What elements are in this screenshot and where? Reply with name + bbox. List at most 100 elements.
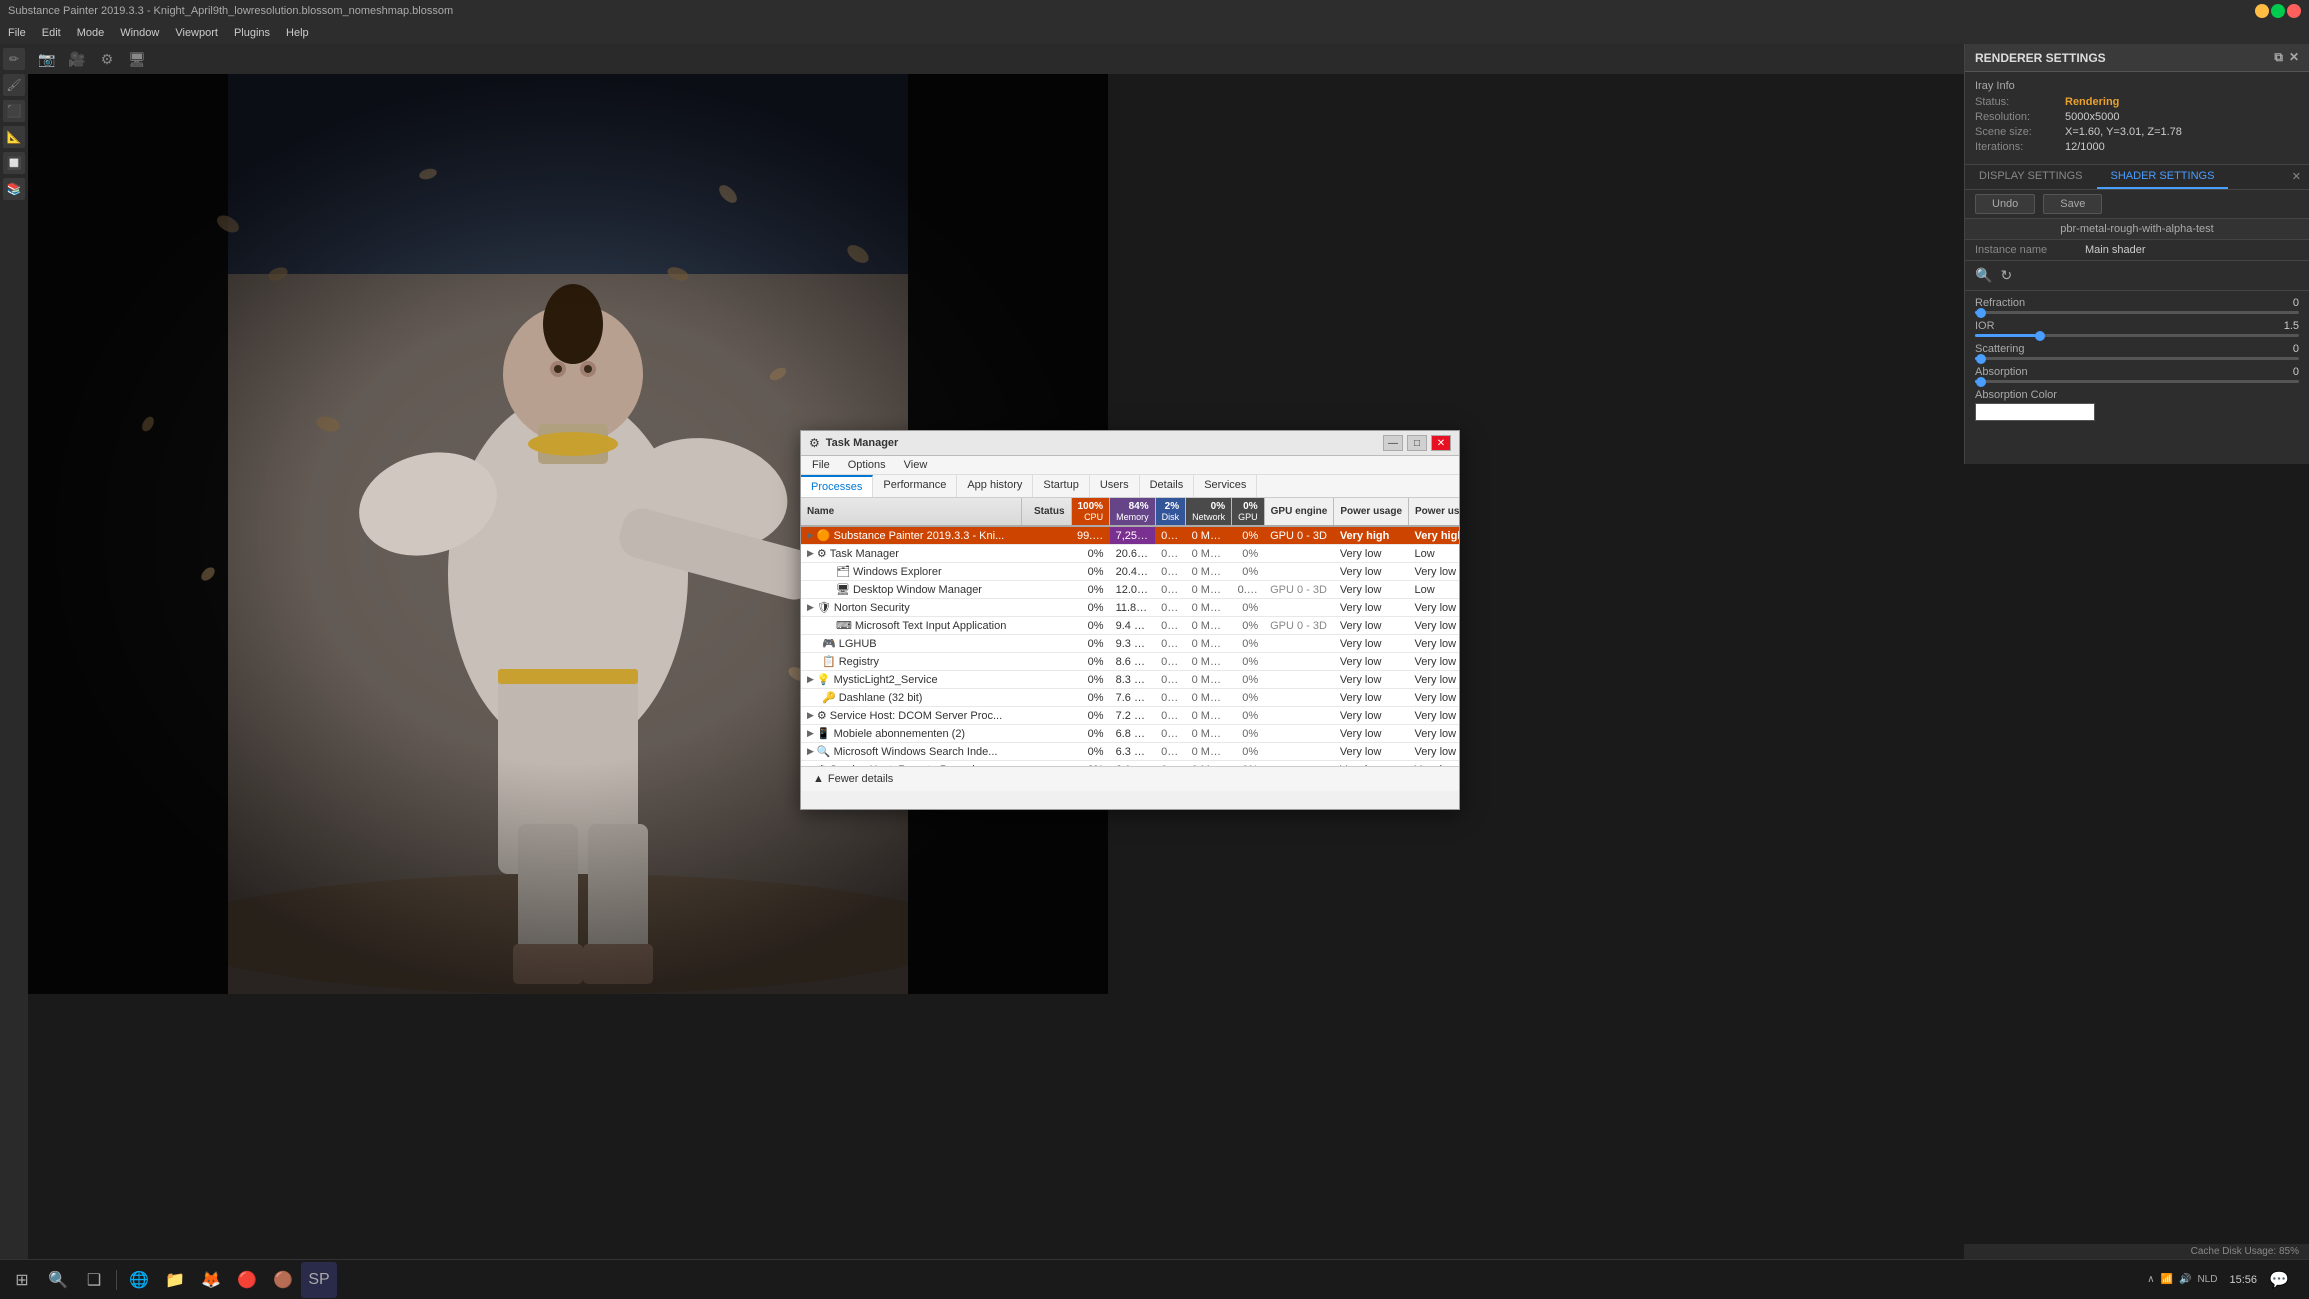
tray-lang[interactable]: NLD — [2197, 1274, 2217, 1285]
table-row[interactable]: ▶ 🛡 Norton Security 0% 11.8 MB 0.3 MB/s … — [801, 599, 1459, 617]
absorption-color-swatch[interactable] — [1975, 403, 2095, 421]
toolbar-layers[interactable]: 📚 — [3, 178, 25, 200]
toolbar-stamp[interactable]: 📐 — [3, 126, 25, 148]
fewer-details-btn[interactable]: ▲ Fewer details — [809, 771, 897, 787]
camera-icon[interactable]: 🎥 — [66, 48, 88, 70]
process-gpu: 0% — [1232, 671, 1265, 689]
tab-shader[interactable]: SHADER SETTINGS — [2097, 165, 2229, 189]
tm-tab-details[interactable]: Details — [1140, 475, 1195, 497]
taskview-btn[interactable]: ❑ — [76, 1262, 112, 1298]
toolbar-smudge[interactable]: 🖌 — [3, 74, 25, 96]
table-row[interactable]: ▶ ⚙ Service Host: Remote Procedure... 0%… — [801, 761, 1459, 767]
table-row[interactable]: 🗂 Windows Explorer 0% 20.4 MB 0 MB/s 0 M… — [801, 563, 1459, 581]
menu-file[interactable]: File — [8, 27, 26, 39]
menu-mode[interactable]: Mode — [77, 27, 105, 39]
taskbar-ie[interactable]: 🌐 — [121, 1262, 157, 1298]
start-btn[interactable]: ⊞ — [4, 1262, 40, 1298]
table-row[interactable]: ▶ 💡 MysticLight2_Service 0% 8.3 MB 0 MB/… — [801, 671, 1459, 689]
taskbar-app1[interactable]: 🔴 — [229, 1262, 265, 1298]
expand-arrow[interactable]: ▶ — [807, 764, 814, 766]
table-row[interactable]: 🔑 Dashlane (32 bit) 0% 7.6 MB 0 MB/s 0 M… — [801, 689, 1459, 707]
absorption-slider[interactable] — [1975, 380, 2299, 383]
col-disk[interactable]: 2% Disk — [1155, 498, 1186, 526]
toolbar-paint[interactable]: ✏ — [3, 48, 25, 70]
menu-help[interactable]: Help — [286, 27, 309, 39]
tm-tab-processes[interactable]: Processes — [801, 475, 873, 497]
expand-arrow[interactable]: ▶ — [807, 674, 814, 685]
display-icon[interactable]: 🖥 — [126, 48, 148, 70]
taskbar-firefox[interactable]: 🦊 — [193, 1262, 229, 1298]
col-power-trend[interactable]: Power usage trend — [1409, 498, 1459, 526]
col-gpu[interactable]: 0% GPU — [1232, 498, 1265, 526]
table-row[interactable]: 🖥 Desktop Window Manager 0% 12.0 MB 0 MB… — [801, 581, 1459, 599]
tab-display[interactable]: DISPLAY SETTINGS — [1965, 165, 2097, 189]
table-row[interactable]: 🎮 LGHUB 0% 9.3 MB 0 MB/s 0 Mbps 0% Very … — [801, 635, 1459, 653]
scattering-slider[interactable] — [1975, 357, 2299, 360]
refresh-icon[interactable]: ↻ — [2000, 267, 2012, 284]
refraction-slider[interactable] — [1975, 311, 2299, 314]
ior-slider[interactable] — [1975, 334, 2299, 337]
table-row[interactable]: ▶ 🟠 Substance Painter 2019.3.3 - Kni... … — [801, 526, 1459, 545]
panel-close-icon[interactable]: ✕ — [2289, 50, 2299, 65]
taskbar-explorer[interactable]: 📁 — [157, 1262, 193, 1298]
tm-close-btn[interactable]: ✕ — [1431, 435, 1451, 451]
minimize-btn[interactable] — [2255, 4, 2269, 18]
tm-menu-file[interactable]: File — [809, 458, 833, 472]
expand-arrow[interactable]: ▶ — [807, 548, 814, 559]
tm-tab-startup[interactable]: Startup — [1033, 475, 1089, 497]
tm-minimize-btn[interactable]: — — [1383, 435, 1403, 451]
tab-close[interactable]: ✕ — [2284, 165, 2309, 189]
expand-arrow[interactable]: ▶ — [807, 746, 814, 757]
tm-maximize-btn[interactable]: □ — [1407, 435, 1427, 451]
expand-arrow[interactable]: ▶ — [807, 530, 814, 541]
toolbar-eraser[interactable]: ⬛ — [3, 100, 25, 122]
tm-tab-apphistory[interactable]: App history — [957, 475, 1033, 497]
settings-icon[interactable]: ⚙ — [96, 48, 118, 70]
table-row[interactable]: ⌨ Microsoft Text Input Application 0% 9.… — [801, 617, 1459, 635]
taskbar-sp[interactable]: SP — [301, 1262, 337, 1298]
tm-menu-view[interactable]: View — [901, 458, 931, 472]
tm-tab-users[interactable]: Users — [1090, 475, 1140, 497]
table-row[interactable]: 📋 Registry 0% 8.6 MB 0 MB/s 0 Mbps 0% Ve… — [801, 653, 1459, 671]
table-row[interactable]: ▶ ⚙ Service Host: DCOM Server Proc... 0%… — [801, 707, 1459, 725]
menu-viewport[interactable]: Viewport — [175, 27, 218, 39]
render-icon[interactable]: 📷 — [36, 48, 58, 70]
process-gpueng: GPU 0 - 3D — [1264, 526, 1334, 545]
maximize-btn[interactable] — [2271, 4, 2285, 18]
taskbar-app2[interactable]: 🟤 — [265, 1262, 301, 1298]
menu-edit[interactable]: Edit — [42, 27, 61, 39]
undo-btn[interactable]: Undo — [1975, 194, 2035, 214]
col-cpu[interactable]: 100% CPU — [1071, 498, 1110, 526]
col-power[interactable]: Power usage — [1334, 498, 1409, 526]
col-memory[interactable]: 84% Memory — [1110, 498, 1156, 526]
fewer-details-label: Fewer details — [828, 773, 893, 785]
col-network[interactable]: 0% Network — [1186, 498, 1232, 526]
panel-restore-icon[interactable]: ⧉ — [2274, 50, 2283, 65]
menu-window[interactable]: Window — [120, 27, 159, 39]
expand-arrow[interactable]: ▶ — [807, 728, 814, 739]
instance-value: Main shader — [2085, 244, 2146, 256]
expand-arrow[interactable]: ▶ — [807, 602, 814, 613]
tray-network[interactable]: 📶 — [2161, 1274, 2173, 1285]
tray-up-arrow[interactable]: ∧ — [2147, 1274, 2154, 1285]
zoom-icon[interactable]: 🔍 — [1975, 267, 1992, 284]
col-name[interactable]: Name — [801, 498, 1021, 526]
menu-plugins[interactable]: Plugins — [234, 27, 270, 39]
tray-volume[interactable]: 🔊 — [2179, 1274, 2191, 1285]
process-disk: 0.1 MB/s — [1155, 707, 1186, 725]
close-btn[interactable] — [2287, 4, 2301, 18]
search-btn[interactable]: 🔍 — [40, 1262, 76, 1298]
notification-btn[interactable]: 💬 — [2261, 1262, 2297, 1298]
table-row[interactable]: ▶ 🔍 Microsoft Windows Search Inde... 0% … — [801, 743, 1459, 761]
table-row[interactable]: ▶ ⚙ Task Manager 0% 20.6 MB 0 MB/s 0 Mbp… — [801, 545, 1459, 563]
table-row[interactable]: ▶ 📱 Mobiele abonnementen (2) 0% 6.8 MB 0… — [801, 725, 1459, 743]
col-status[interactable]: Status — [1021, 498, 1071, 526]
tm-menu-options[interactable]: Options — [845, 458, 889, 472]
tm-tab-services[interactable]: Services — [1194, 475, 1257, 497]
save-btn[interactable]: Save — [2043, 194, 2102, 214]
expand-arrow[interactable]: ▶ — [807, 710, 814, 721]
toolbar-fill[interactable]: 🔲 — [3, 152, 25, 174]
tm-tab-performance[interactable]: Performance — [873, 475, 957, 497]
col-gpu-engine[interactable]: GPU engine — [1264, 498, 1334, 526]
process-name: Desktop Window Manager — [853, 584, 982, 596]
